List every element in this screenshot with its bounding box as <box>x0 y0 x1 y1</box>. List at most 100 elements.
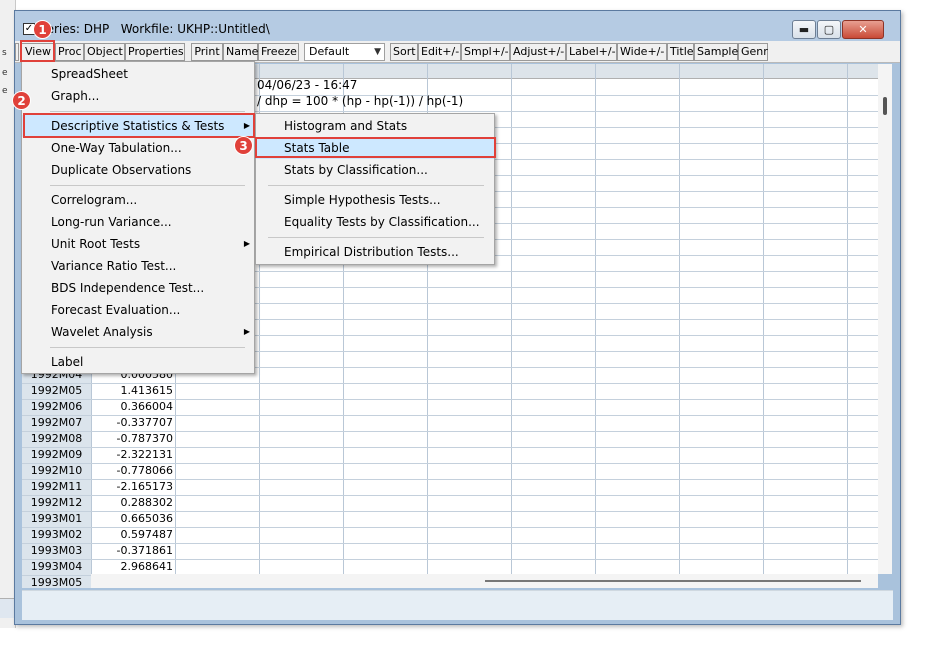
menu-item-long-run-variance[interactable]: Long-run Variance... <box>22 211 254 233</box>
submenu-arrow-icon: ▶ <box>243 327 250 336</box>
cell-value[interactable]: -2.165173 <box>92 479 173 495</box>
submenu-arrow-icon: ▶ <box>243 121 250 130</box>
toolbar-label-button[interactable]: Label+/- <box>566 43 617 61</box>
cell-value[interactable]: -0.371861 <box>92 543 173 559</box>
status-bar <box>22 590 893 620</box>
cell-value[interactable]: 0.597487 <box>92 527 174 543</box>
toolbar-proc-button[interactable]: Proc <box>55 43 84 61</box>
horizontal-scroll-thumb[interactable] <box>485 580 861 582</box>
toolbar-genr-button[interactable]: Genr <box>738 43 768 61</box>
background-text: e <box>2 86 8 96</box>
minimize-button[interactable]: ▬ <box>792 20 816 39</box>
submenu-arrow-icon: ▶ <box>243 239 250 248</box>
row-label[interactable]: 1993M05 <box>22 575 91 588</box>
cell-value[interactable]: -0.778066 <box>92 463 173 479</box>
menu-item-variance-ratio-test[interactable]: Variance Ratio Test... <box>22 255 254 277</box>
toolbar-smpl-button[interactable]: Smpl+/- <box>461 43 510 61</box>
menu-item-wavelet-analysis[interactable]: Wavelet Analysis ▶ <box>22 321 254 343</box>
cell-value[interactable]: 2.968641 <box>92 559 174 575</box>
vertical-scroll-thumb[interactable] <box>883 97 887 115</box>
toolbar-title-button[interactable]: Title <box>667 43 694 61</box>
toolbar-freeze-button[interactable]: Freeze <box>258 43 299 61</box>
toolbar-name-button[interactable]: Name <box>223 43 258 61</box>
background-text: e <box>2 68 8 78</box>
window-title: Series: DHP Workfile: UKHP::Untitled\ <box>39 22 270 36</box>
background-bottom <box>0 628 928 649</box>
toolbar-view-button[interactable]: View <box>21 43 55 61</box>
toolbar-adjust-button[interactable]: Adjust+/- <box>510 43 566 61</box>
menu-item-correlogram[interactable]: Correlogram... <box>22 189 254 211</box>
maximize-button[interactable]: ▢ <box>817 20 841 39</box>
menu-separator <box>268 237 484 238</box>
dropdown-value: Default <box>309 45 350 58</box>
toolbar-object-button[interactable]: Object <box>84 43 125 61</box>
menu-item-one-way-tabulation[interactable]: One-Way Tabulation... <box>22 137 254 159</box>
toolbar-sort-button[interactable]: Sort <box>390 43 418 61</box>
row-label[interactable]: 1992M11 <box>22 479 91 495</box>
menu-item-label: Label <box>51 355 84 369</box>
menu-item-label: Correlogram... <box>51 193 138 207</box>
menu-item-unit-root-tests[interactable]: Unit Root Tests ▶ <box>22 233 254 255</box>
row-label[interactable]: 1992M07 <box>22 415 91 431</box>
toolbar: View Proc Object Properties Print Name F… <box>15 41 900 63</box>
menu-item-spreadsheet[interactable]: SpreadSheet <box>22 63 254 85</box>
toolbar-print-button[interactable]: Print <box>191 43 223 61</box>
menu-item-stats-table[interactable]: Stats Table <box>256 137 494 159</box>
vertical-scrollbar[interactable] <box>878 64 892 574</box>
menu-item-stats-by-classification[interactable]: Stats by Classification... <box>256 159 494 181</box>
cell-value[interactable]: -0.337707 <box>92 415 173 431</box>
toolbar-wide-button[interactable]: Wide+/- <box>617 43 667 61</box>
row-label[interactable]: 1992M10 <box>22 463 91 479</box>
title-bar[interactable]: ✓ Series: DHP Workfile: UKHP::Untitled\ … <box>15 11 900 41</box>
close-button[interactable]: ✕ <box>842 20 884 39</box>
row-label[interactable]: 1992M05 <box>22 383 91 399</box>
toolbar-edit-button[interactable]: Edit+/- <box>418 43 461 61</box>
menu-separator <box>50 185 245 186</box>
cell-value[interactable]: -2.322131 <box>92 447 173 463</box>
cell-value[interactable]: 0.288302 <box>92 495 174 511</box>
toolbar-sample-button[interactable]: Sample <box>694 43 738 61</box>
horizontal-scrollbar[interactable] <box>91 574 878 588</box>
menu-item-label: Duplicate Observations <box>51 163 192 177</box>
display-type-dropdown[interactable]: Default ▼ <box>304 43 385 61</box>
menu-item-label: Variance Ratio Test... <box>51 259 177 273</box>
row-label[interactable]: 1993M02 <box>22 527 91 543</box>
menu-item-duplicate-observations[interactable]: Duplicate Observations <box>22 159 254 181</box>
menu-item-label: Simple Hypothesis Tests... <box>284 193 441 207</box>
step-marker-3: 3 <box>234 136 253 155</box>
menu-separator <box>268 185 484 186</box>
cell-value[interactable]: 0.665036 <box>92 511 174 527</box>
background-text: s <box>2 48 7 58</box>
menu-item-label: Empirical Distribution Tests... <box>284 245 459 259</box>
toolbar-properties-button[interactable]: Properties <box>125 43 185 61</box>
row-label[interactable]: 1993M01 <box>22 511 91 527</box>
cell-value[interactable]: -0.787370 <box>92 431 173 447</box>
menu-item-label: Descriptive Statistics & Tests <box>51 119 225 133</box>
menu-item-label: BDS Independence Test... <box>51 281 205 295</box>
descriptive-statistics-submenu: Histogram and Stats Stats Table Stats by… <box>255 113 495 265</box>
menu-item-histogram-and-stats[interactable]: Histogram and Stats <box>256 115 494 137</box>
cell-value[interactable]: 0.366004 <box>92 399 174 415</box>
menu-item-simple-hypothesis-tests[interactable]: Simple Hypothesis Tests... <box>256 189 494 211</box>
row-label[interactable]: 1993M04 <box>22 559 91 575</box>
menu-separator <box>50 347 245 348</box>
menu-item-equality-tests[interactable]: Equality Tests by Classification... <box>256 211 494 233</box>
menu-item-label: Equality Tests by Classification... <box>284 215 480 229</box>
toolbar-edge-button[interactable] <box>15 43 19 61</box>
series-update-info: 04/06/23 - 16:47 <box>257 78 358 92</box>
menu-item-forecast-evaluation[interactable]: Forecast Evaluation... <box>22 299 254 321</box>
row-label[interactable]: 1992M09 <box>22 447 91 463</box>
row-label[interactable]: 1992M06 <box>22 399 91 415</box>
menu-item-bds-independence-test[interactable]: BDS Independence Test... <box>22 277 254 299</box>
row-label[interactable]: 1992M12 <box>22 495 91 511</box>
menu-item-label: Unit Root Tests <box>51 237 141 251</box>
menu-item-label: Graph... <box>51 89 100 103</box>
row-label[interactable]: 1992M08 <box>22 431 91 447</box>
close-icon: ✕ <box>858 23 868 36</box>
row-label[interactable]: 1993M03 <box>22 543 91 559</box>
menu-item-empirical-distribution-tests[interactable]: Empirical Distribution Tests... <box>256 241 494 263</box>
menu-item-descriptive-statistics[interactable]: Descriptive Statistics & Tests ▶ <box>22 115 254 137</box>
menu-item-graph[interactable]: Graph... <box>22 85 254 107</box>
cell-value[interactable]: 1.413615 <box>92 383 174 399</box>
menu-item-label-view[interactable]: Label <box>22 351 254 373</box>
